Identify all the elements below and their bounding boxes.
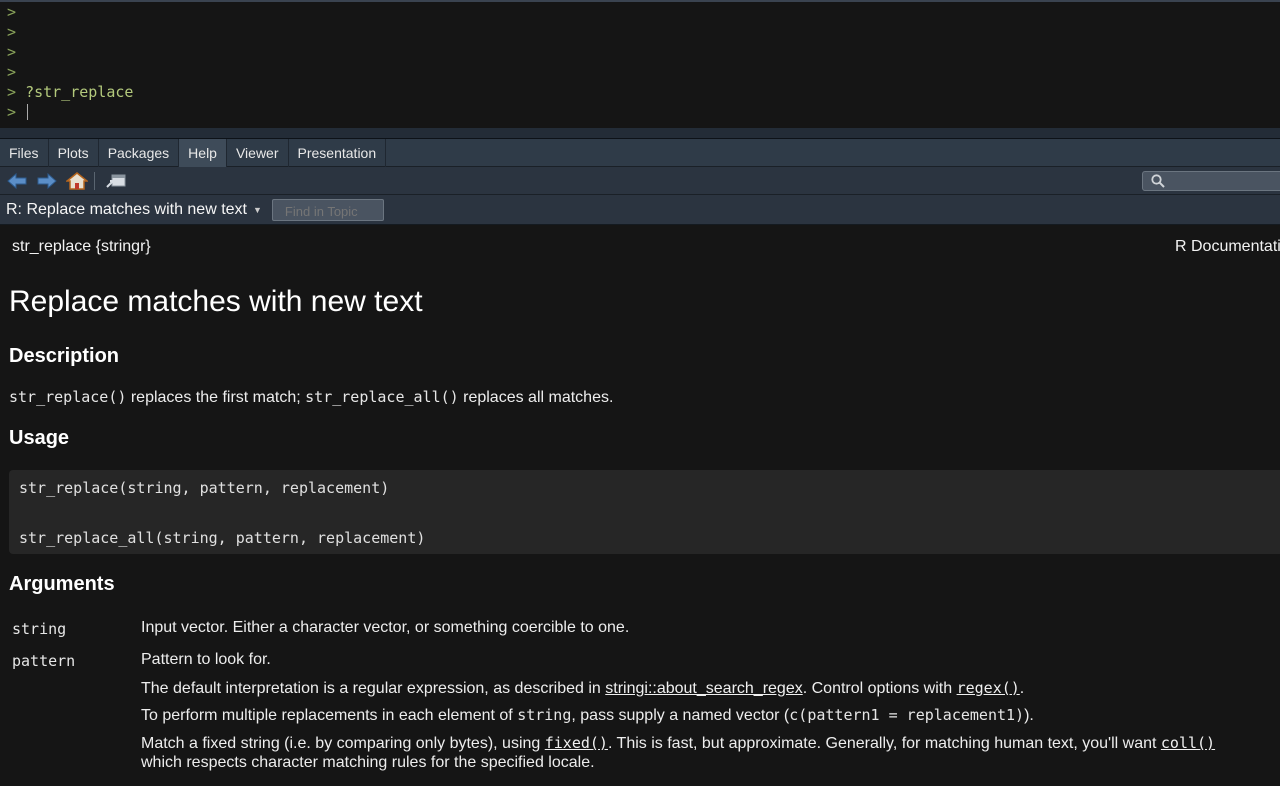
popout-button[interactable] (103, 169, 129, 193)
search-icon (1151, 174, 1165, 188)
doc-package-header: str_replace {stringr} (12, 238, 151, 255)
link-regex[interactable]: regex() (957, 679, 1020, 697)
usage-line: str_replace_all(string, pattern, replace… (19, 529, 426, 547)
tab-presentation[interactable]: Presentation (289, 139, 387, 167)
topic-dropdown[interactable]: R: Replace matches with new text ▼ (0, 201, 262, 219)
link-coll[interactable]: coll() (1161, 734, 1215, 752)
console-line: > (7, 43, 17, 61)
description-text: str_replace() replaces the first match; … (9, 388, 614, 406)
help-search-input[interactable] (1171, 174, 1280, 188)
doc-title: Replace matches with new text (9, 285, 423, 318)
arg-name-string: string (12, 620, 67, 638)
arg-desc-pattern-regex: The default interpretation is a regular … (141, 679, 1025, 697)
console-line: > ?str_replace (7, 83, 134, 101)
chevron-down-icon: ▼ (253, 204, 262, 215)
help-search-box[interactable] (1142, 171, 1280, 191)
tab-plots[interactable]: Plots (49, 139, 99, 167)
arg-desc-pattern-fixed: Match a fixed string (i.e. by comparing … (141, 734, 1216, 752)
arg-desc-string: Input vector. Either a character vector,… (141, 619, 630, 636)
forward-button[interactable] (34, 169, 60, 193)
back-button[interactable] (4, 169, 30, 193)
popout-window-icon (106, 174, 126, 188)
back-arrow-icon (7, 172, 27, 189)
console-input-line[interactable]: > (0, 102, 1280, 122)
pane-tabbar: Files Plots Packages Help Viewer Present… (0, 139, 1280, 167)
tab-packages[interactable]: Packages (99, 139, 180, 167)
home-icon (66, 171, 88, 190)
console-line: > (7, 23, 17, 41)
console-line: > (7, 3, 17, 21)
topic-title: R: Replace matches with new text (6, 200, 247, 218)
link-fixed[interactable]: fixed() (545, 734, 608, 752)
console-pane[interactable]: > > > > > ?str_replace > (0, 0, 1280, 128)
usage-code-block: str_replace(string, pattern, replacement… (9, 470, 1280, 554)
pane-splitter[interactable] (0, 128, 1280, 139)
tab-help[interactable]: Help (179, 139, 227, 167)
help-content[interactable]: str_replace {stringr} R Documentation Re… (0, 225, 1280, 786)
help-toolbar (0, 167, 1280, 195)
topic-bar: R: Replace matches with new text ▼ (0, 195, 1280, 225)
usage-heading: Usage (9, 427, 70, 449)
find-in-topic-input[interactable] (271, 198, 384, 221)
description-heading: Description (9, 345, 120, 367)
usage-line: str_replace(string, pattern, replacement… (19, 479, 390, 497)
toolbar-separator (94, 171, 95, 190)
tab-files[interactable]: Files (0, 139, 49, 167)
console-command: ?str_replace (25, 83, 134, 101)
arguments-heading: Arguments (9, 573, 115, 595)
arg-desc-pattern: Pattern to look for. (141, 651, 271, 668)
arg-name-pattern: pattern (12, 652, 76, 670)
text-cursor (27, 104, 29, 120)
arg-desc-pattern-multiple: To perform multiple replacements in each… (141, 706, 1034, 724)
home-button[interactable] (64, 169, 90, 193)
doc-documentation-header: R Documentation (1175, 238, 1280, 255)
arg-desc-pattern-locale: which respects character matching rules … (141, 754, 595, 771)
forward-arrow-icon (37, 172, 57, 189)
link-about-search-regex[interactable]: stringi::about_search_regex (605, 680, 802, 697)
console-line: > (7, 63, 17, 81)
tab-viewer[interactable]: Viewer (227, 139, 289, 167)
